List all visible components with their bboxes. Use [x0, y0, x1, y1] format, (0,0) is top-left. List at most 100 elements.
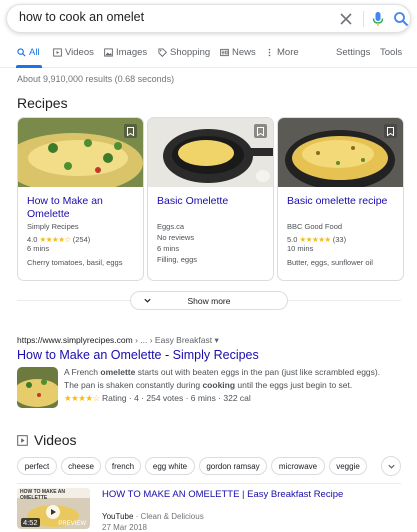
video-channel: YouTube — [102, 512, 134, 521]
recipe-title[interactable]: Basic omelette recipe — [287, 195, 399, 208]
recipe-source: BBC Good Food — [287, 222, 343, 231]
tab-label: Shopping — [170, 47, 211, 58]
chips-next-button[interactable] — [381, 456, 401, 476]
chip-veggie[interactable]: veggie — [329, 457, 367, 475]
snippet-text: starts out with beaten eggs in the pan (… — [135, 367, 381, 377]
tab-label: Videos — [65, 47, 94, 58]
result-path: › ... › Easy Breakfast ▾ — [132, 335, 219, 345]
recipe-rating: 5.0 ★★★★★ (33) — [287, 235, 346, 244]
recipe-rating: No reviews — [157, 233, 195, 242]
snippet-bold: omelette — [100, 367, 136, 377]
news-icon — [220, 48, 229, 57]
tab-label: All — [29, 47, 40, 58]
video-thumb-text: HOW TO MAKE AN OMELETTE — [20, 489, 65, 501]
bookmark-icon[interactable] — [384, 124, 397, 138]
star-rating-icon: ★★★★☆ — [64, 393, 100, 403]
video-preview-label: PREVIEW — [58, 521, 86, 527]
tab-label: Tools — [380, 47, 403, 58]
video-author: · Clean & Delicious — [133, 512, 204, 521]
snippet-text: The pan is shaken constantly during — [64, 380, 203, 390]
tab-images[interactable]: Images — [104, 47, 147, 58]
snippet-bold: cooking — [202, 380, 236, 390]
result-title-link[interactable]: How to Make an Omelette - Simply Recipes — [17, 348, 259, 362]
star-rating-icon: ★★★★☆ — [39, 235, 72, 244]
tab-news[interactable]: News — [220, 47, 256, 58]
snippet-text: until the eggs just begin to set. — [235, 380, 353, 390]
recipe-card[interactable]: Basic Omelette Eggs.ca No reviews 6 mins… — [147, 117, 274, 281]
result-snippet-line: The pan is shaken constantly during cook… — [64, 380, 404, 390]
rating-value: 4.0 — [27, 235, 38, 244]
search-separator — [363, 11, 364, 27]
recipe-title[interactable]: Basic Omelette — [157, 195, 269, 208]
search-input[interactable] — [19, 10, 319, 24]
result-snippet-line: A French omelette starts out with beaten… — [64, 367, 404, 377]
tag-icon — [158, 48, 167, 57]
recipe-title[interactable]: How to Make an Omelette — [27, 195, 139, 221]
image-icon — [104, 48, 113, 57]
video-icon — [53, 48, 62, 57]
result-stats: About 9,910,000 results (0.68 seconds) — [17, 74, 175, 84]
result-rating-line: ★★★★☆ Rating · 4 · 254 votes · 6 mins · … — [64, 393, 404, 404]
recipe-time: 10 mins — [287, 244, 314, 253]
video-date: 27 Mar 2018 — [102, 523, 147, 532]
more-vert-icon — [268, 48, 271, 57]
divider — [17, 483, 401, 484]
recipe-card[interactable]: How to Make an Omelette Simply Recipes 4… — [17, 117, 144, 281]
result-url: https://www.simplyrecipes.com — [17, 335, 133, 345]
rating-value: 5.0 — [287, 235, 298, 244]
show-more-button[interactable]: Show more — [130, 291, 288, 310]
rating-meta: Rating · 4 · 254 votes · 6 mins · 322 ca… — [99, 393, 251, 403]
recipe-ingredients: Cherry tomatoes, basil, eggs — [27, 258, 123, 267]
chip-french[interactable]: french — [105, 457, 141, 475]
show-more-label: Show more — [187, 295, 231, 306]
chip-microwave[interactable]: microwave — [271, 457, 325, 475]
search-icon — [17, 48, 26, 57]
search-bar — [6, 4, 411, 33]
active-tab-indicator — [16, 65, 42, 68]
divider — [17, 300, 130, 301]
tab-label: Images — [116, 47, 148, 58]
tab-videos[interactable]: Videos — [53, 47, 94, 58]
video-thumbnail[interactable]: HOW TO MAKE AN OMELETTE 4:52 PREVIEW — [17, 488, 90, 529]
result-breadcrumb[interactable]: https://www.simplyrecipes.com › ... › Ea… — [17, 335, 219, 346]
chip-gordon-ramsay[interactable]: gordon ramsay — [199, 457, 267, 475]
recipes-heading: Recipes — [17, 95, 68, 111]
microphone-icon[interactable] — [371, 11, 385, 27]
recipe-ingredients: Filling, eggs — [157, 255, 198, 264]
clear-icon[interactable] — [338, 11, 354, 27]
recipe-image — [278, 118, 403, 187]
recipe-ingredients: Butter, eggs, sunflower oil — [287, 258, 373, 267]
search-tabs: All Videos Images Shopping News More Set… — [0, 40, 417, 68]
bookmark-icon[interactable] — [124, 124, 137, 138]
tab-settings[interactable]: Settings — [336, 47, 370, 58]
chip-perfect[interactable]: perfect — [17, 457, 57, 475]
chip-egg-white[interactable]: egg white — [145, 457, 195, 475]
rating-count: (33) — [332, 235, 347, 244]
tab-tools[interactable]: Tools — [380, 47, 402, 58]
chevron-down-icon — [387, 464, 395, 469]
chevron-down-icon — [144, 298, 151, 303]
snippet-text: A French — [64, 367, 101, 377]
recipe-source: Simply Recipes — [27, 222, 79, 231]
result-thumbnail[interactable] — [17, 367, 58, 408]
video-title-link[interactable]: HOW TO MAKE AN OMELETTE | Easy Breakfast… — [102, 489, 343, 500]
tab-more[interactable]: More — [265, 47, 299, 58]
star-rating-icon: ★★★★★ — [299, 235, 332, 244]
search-icon[interactable] — [393, 11, 409, 27]
recipe-time: 6 mins — [27, 244, 50, 253]
tab-all[interactable]: All — [17, 47, 40, 58]
video-icon — [17, 435, 28, 446]
tab-label: More — [277, 47, 299, 58]
bookmark-icon[interactable] — [254, 124, 267, 138]
video-duration: 4:52 — [21, 518, 40, 527]
videos-heading: Videos — [34, 432, 77, 448]
divider — [288, 300, 401, 301]
rating-count: (254) — [72, 235, 91, 244]
tab-shopping[interactable]: Shopping — [158, 47, 210, 58]
recipe-card[interactable]: Basic omelette recipe BBC Good Food 5.0 … — [277, 117, 404, 281]
chip-cheese[interactable]: cheese — [61, 457, 101, 475]
recipe-rating: 4.0 ★★★★☆ (254) — [27, 235, 90, 244]
recipe-time: 6 mins — [157, 244, 180, 253]
tab-label: Settings — [336, 47, 371, 58]
tab-label: News — [232, 47, 256, 58]
